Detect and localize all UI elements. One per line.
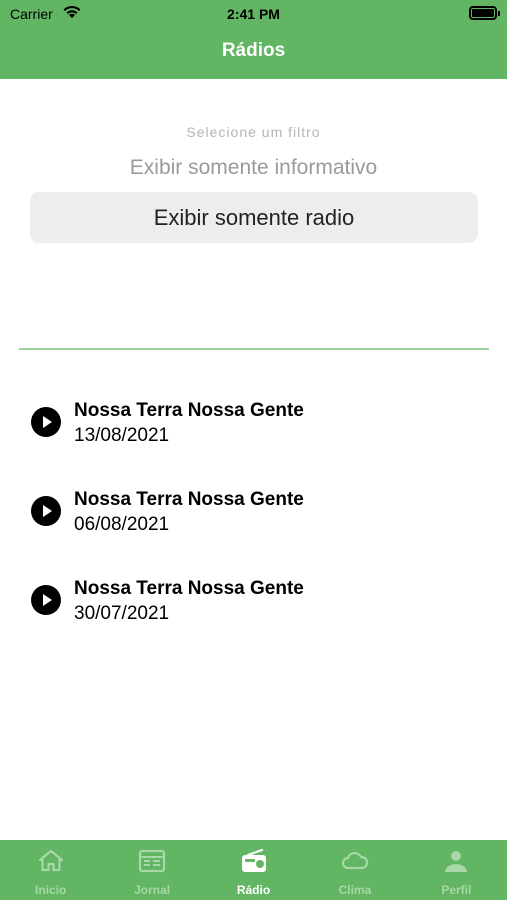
filter-option-informativo[interactable]: Exibir somente informativo [0, 156, 507, 180]
page-title: Rádios [221, 40, 286, 61]
item-date: 06/08/2021 [74, 514, 170, 535]
list-item[interactable]: Nossa Terra Nossa Gente 13/08/2021 [0, 390, 507, 460]
play-icon[interactable] [31, 585, 61, 615]
list-item[interactable]: Nossa Terra Nossa Gente 30/07/2021 [0, 568, 507, 638]
play-icon[interactable] [31, 407, 61, 437]
newspaper-icon [139, 849, 166, 873]
radio-icon [241, 849, 266, 872]
item-title: Nossa Terra Nossa Gente [74, 489, 304, 510]
tab-label: Jornal [134, 883, 171, 897]
tab-clima[interactable]: Clima [304, 840, 405, 900]
tab-inicio[interactable]: Inicio [0, 840, 101, 900]
item-title: Nossa Terra Nossa Gente [74, 578, 304, 599]
home-icon [38, 849, 63, 872]
list-item[interactable]: Nossa Terra Nossa Gente 06/08/2021 [0, 479, 507, 549]
filter-picker-hint: Selecione um filtro [186, 124, 321, 140]
tab-label: Inicio [35, 883, 67, 897]
battery-icon [469, 6, 500, 20]
filter-selected-label: Exibir somente radio [153, 204, 355, 230]
cloud-icon [341, 851, 369, 870]
tab-bar: Inicio Jornal Rádio Clima Perfil [0, 840, 507, 900]
play-icon[interactable] [31, 496, 61, 526]
person-icon [445, 851, 468, 872]
tab-label: Rádio [236, 883, 271, 897]
filter-option-selected[interactable]: Exibir somente radio [30, 192, 478, 243]
tab-label: Perfil [441, 883, 472, 897]
divider [19, 348, 489, 350]
tab-radio[interactable]: Rádio [203, 840, 304, 900]
top-bar: Carrier 2:41 PM Rádios [0, 0, 507, 79]
tab-label: Clima [338, 883, 372, 897]
status-time: 2:41 PM [227, 6, 280, 22]
item-date: 13/08/2021 [74, 425, 170, 446]
status-bar: Carrier 2:41 PM [0, 0, 507, 28]
tab-jornal[interactable]: Jornal [101, 840, 202, 900]
item-date: 30/07/2021 [74, 603, 170, 624]
tab-perfil[interactable]: Perfil [406, 840, 507, 900]
item-title: Nossa Terra Nossa Gente [74, 400, 304, 421]
